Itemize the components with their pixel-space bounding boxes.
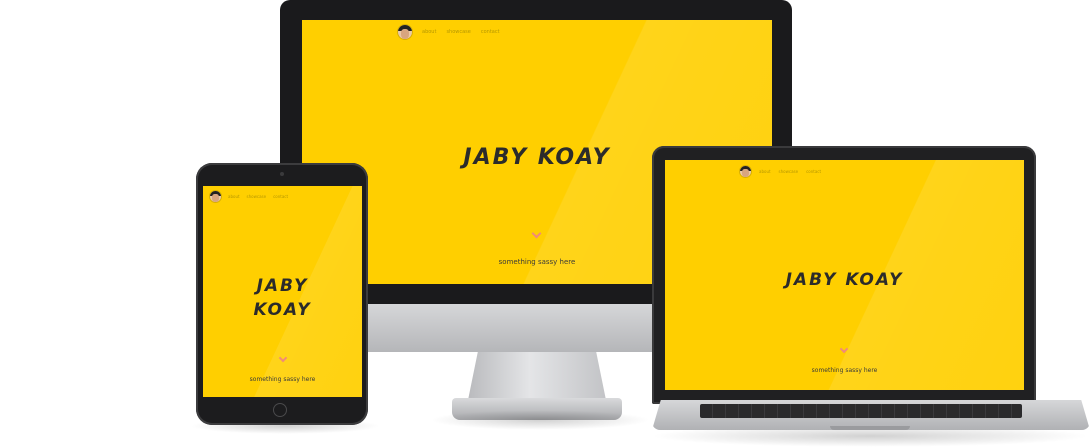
tagline: something sassy here [249, 376, 316, 383]
tablet-screen: about showcase contact JABY KOAY somethi… [203, 186, 362, 397]
avatar[interactable] [210, 191, 221, 202]
nav-link-about[interactable]: about [228, 194, 240, 199]
site-nav: about showcase contact [210, 191, 288, 202]
hero-title: JABY KOAY [253, 276, 312, 320]
tablet-camera [280, 172, 284, 176]
nav-link-showcase[interactable]: showcase [247, 194, 267, 199]
tablet: about showcase contact JABY KOAY somethi… [0, 0, 1091, 443]
nav-link-contact[interactable]: contact [273, 194, 288, 199]
chevron-down-icon[interactable] [278, 353, 288, 363]
tablet-home-button[interactable] [273, 403, 287, 417]
